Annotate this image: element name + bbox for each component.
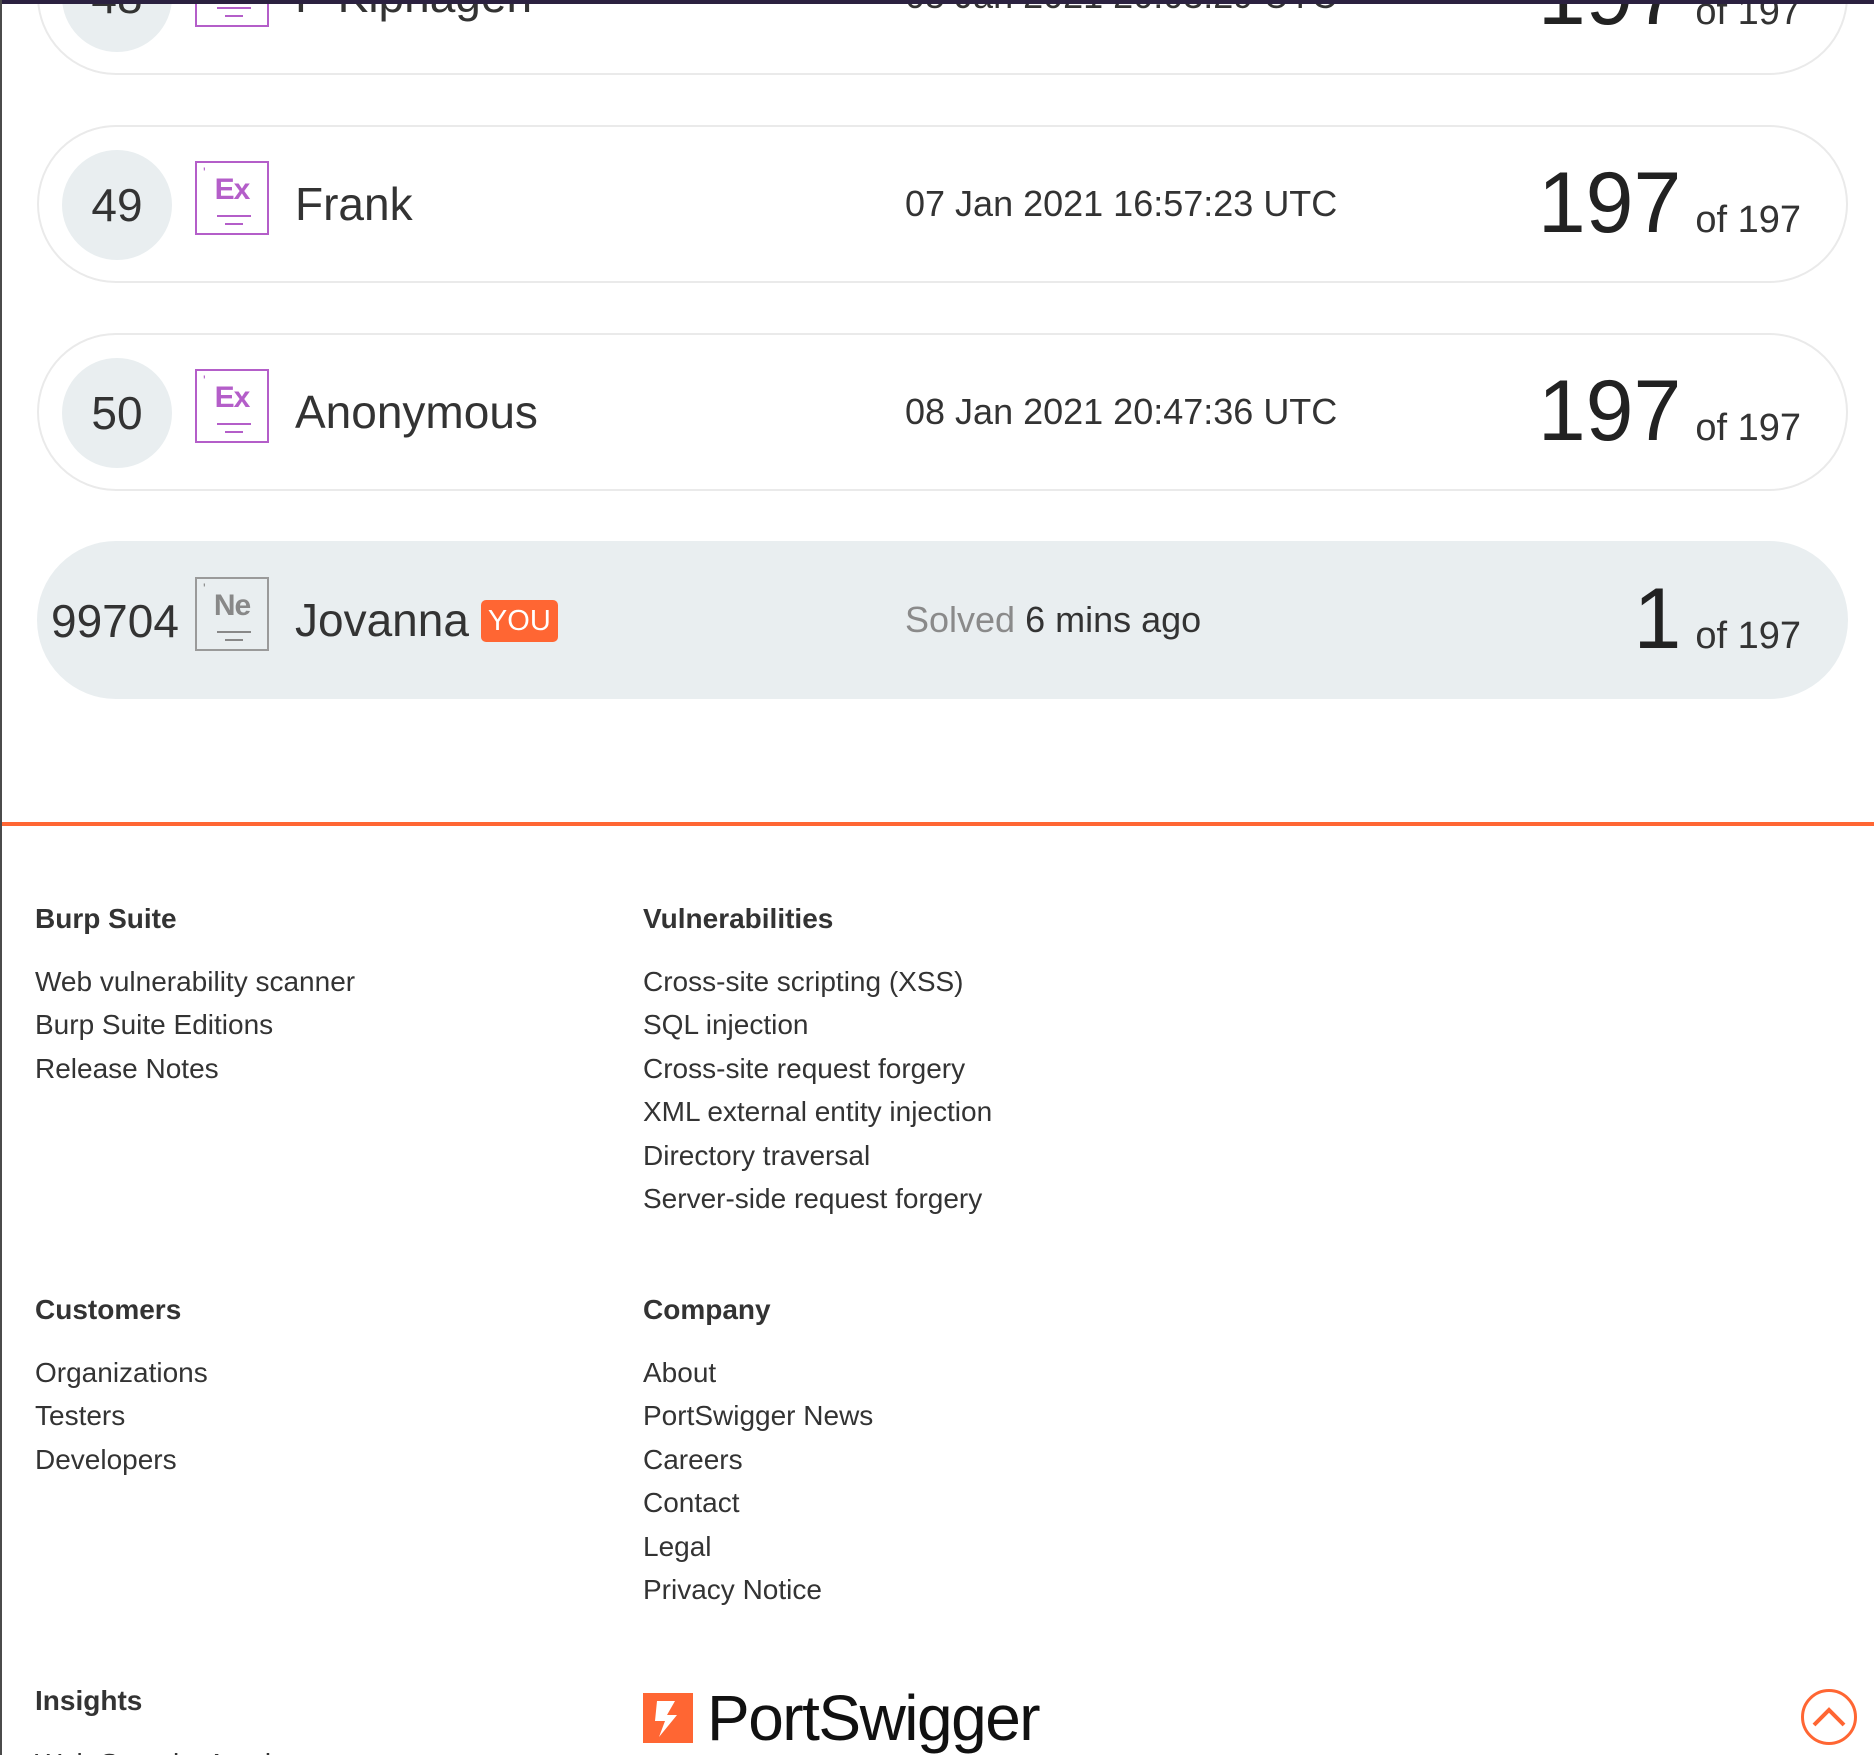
current-user-row: 99704 ' Ne Jovanna YOU Solved 6 mins ago … bbox=[37, 541, 1848, 699]
footer-column-vulnerabilities: Vulnerabilities Cross-site scripting (XS… bbox=[643, 902, 992, 1220]
footer-link[interactable]: Organizations bbox=[35, 1351, 208, 1394]
footer-divider bbox=[2, 822, 1874, 826]
solved-time: 6 mins ago bbox=[1025, 599, 1202, 640]
user-name: Jovanna YOU bbox=[295, 593, 558, 647]
footer-link[interactable]: SQL injection bbox=[643, 1003, 992, 1046]
score-value: 1 bbox=[1633, 571, 1682, 667]
score-total: of 197 bbox=[1695, 0, 1801, 33]
score: 197 of 197 bbox=[1538, 153, 1801, 253]
score-total: of 197 bbox=[1695, 615, 1801, 657]
footer-heading: Burp Suite bbox=[35, 903, 177, 934]
leaderboard-row: 50 ' Ex Anonymous 08 Jan 2021 20:47:36 U… bbox=[37, 333, 1848, 491]
portswigger-logo-icon bbox=[643, 1693, 693, 1743]
footer-link[interactable]: Burp Suite Editions bbox=[35, 1003, 355, 1046]
score-value: 197 bbox=[1537, 155, 1682, 251]
badge-symbol: Ex bbox=[214, 381, 251, 414]
portswigger-logo[interactable]: PortSwigger bbox=[643, 1682, 1041, 1754]
footer-link[interactable]: Cross-site scripting (XSS) bbox=[643, 960, 992, 1003]
solved-label: Solved bbox=[905, 599, 1016, 640]
rank-number: 99704 bbox=[51, 595, 179, 647]
user-name: Anonymous bbox=[295, 386, 538, 438]
score: 197 of 197 bbox=[1538, 361, 1801, 461]
footer-link[interactable]: XML external entity injection bbox=[643, 1090, 992, 1133]
footer-link[interactable]: Web Security Academy bbox=[35, 1742, 324, 1755]
footer-link[interactable]: Legal bbox=[643, 1525, 873, 1568]
footer-link[interactable]: Testers bbox=[35, 1394, 208, 1437]
footer-column-company: Company About PortSwigger News Careers C… bbox=[643, 1293, 873, 1611]
chevron-up-icon bbox=[1812, 1707, 1846, 1727]
footer-column-burp-suite: Burp Suite Web vulnerability scanner Bur… bbox=[35, 902, 355, 1090]
expert-level-badge-icon: ' Ex bbox=[195, 161, 269, 235]
expert-level-badge-icon: ' Ex bbox=[195, 0, 269, 27]
leaderboard-row: 48 ' Ex P Kipnagen 05 Jan 2021 20:03:29 … bbox=[37, 0, 1848, 75]
footer-column-insights: Insights Web Security Academy bbox=[35, 1684, 324, 1755]
user-name: Frank bbox=[295, 178, 413, 230]
badge-symbol: Ne bbox=[213, 589, 251, 622]
footer-heading: Vulnerabilities bbox=[643, 903, 834, 934]
score: 197 of 197 bbox=[1538, 0, 1801, 45]
score-total: of 197 bbox=[1695, 407, 1801, 449]
footer-link[interactable]: Privacy Notice bbox=[643, 1568, 873, 1611]
footer-link[interactable]: Contact bbox=[643, 1481, 873, 1524]
logo-text: PortSwigger bbox=[707, 1682, 1041, 1754]
footer-link[interactable]: Cross-site request forgery bbox=[643, 1047, 992, 1090]
footer-link[interactable]: PortSwigger News bbox=[643, 1394, 873, 1437]
footer-column-customers: Customers Organizations Testers Develope… bbox=[35, 1293, 208, 1481]
rank-number: 49 bbox=[62, 150, 172, 260]
footer-link[interactable]: Developers bbox=[35, 1438, 208, 1481]
completion-date: 08 Jan 2021 20:47:36 UTC bbox=[905, 391, 1338, 432]
leaderboard-page: 48 ' Ex P Kipnagen 05 Jan 2021 20:03:29 … bbox=[0, 0, 1874, 1755]
leaderboard-row: 49 ' Ex Frank 07 Jan 2021 16:57:23 UTC 1… bbox=[37, 125, 1848, 283]
score: 1 of 197 bbox=[1634, 569, 1802, 669]
solved-status: Solved 6 mins ago bbox=[905, 599, 1201, 641]
footer-link[interactable]: Release Notes bbox=[35, 1047, 355, 1090]
back-to-top-button[interactable] bbox=[1801, 1689, 1857, 1745]
footer-link[interactable]: Web vulnerability scanner bbox=[35, 960, 355, 1003]
rank-number: 48 bbox=[62, 0, 172, 52]
footer-heading: Company bbox=[643, 1294, 771, 1325]
expert-level-badge-icon: ' Ex bbox=[195, 369, 269, 443]
score-value: 197 bbox=[1537, 363, 1682, 459]
score-total: of 197 bbox=[1695, 199, 1801, 241]
you-badge: YOU bbox=[480, 599, 558, 642]
badge-symbol: Ex bbox=[214, 173, 251, 206]
footer-heading: Insights bbox=[35, 1685, 143, 1716]
footer-link[interactable]: Directory traversal bbox=[643, 1134, 992, 1177]
footer-link[interactable]: Careers bbox=[643, 1438, 873, 1481]
footer-link[interactable]: Server-side request forgery bbox=[643, 1177, 992, 1220]
rank-number: 50 bbox=[62, 358, 172, 468]
newcomer-level-badge-icon: ' Ne bbox=[195, 577, 269, 651]
footer-heading: Customers bbox=[35, 1294, 182, 1325]
top-border bbox=[2, 0, 1874, 4]
score-value: 197 bbox=[1538, 0, 1682, 45]
completion-date: 07 Jan 2021 16:57:23 UTC bbox=[905, 183, 1338, 224]
footer-link[interactable]: About bbox=[643, 1351, 873, 1394]
user-name-text: Jovanna bbox=[295, 594, 469, 646]
